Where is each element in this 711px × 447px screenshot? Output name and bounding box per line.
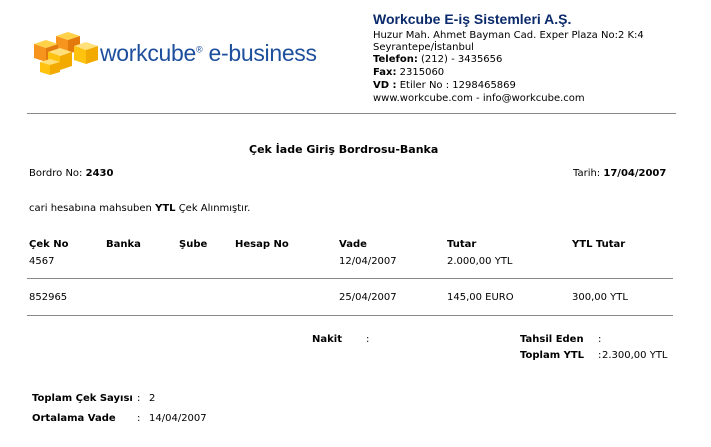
cell-cek-no: 852965: [29, 292, 68, 303]
ortalama-vade-separator: :: [137, 413, 141, 424]
ortalama-vade-value: 14/04/2007: [149, 413, 207, 424]
cell-vade: 25/04/2007: [339, 292, 397, 303]
vd-value: Etiler No : 1298465869: [396, 80, 516, 91]
nakit-separator: :: [366, 334, 370, 345]
toplam-ytl-separator: :: [598, 350, 602, 361]
table-bottom-divider: [27, 315, 673, 316]
col-header-cek-no: Çek No: [29, 239, 69, 250]
vd-label: VD :: [373, 80, 397, 91]
col-header-tutar: Tutar: [447, 239, 477, 250]
col-header-vade: Vade: [339, 239, 367, 250]
cek-sayisi-label: Toplam Çek Sayısı: [32, 393, 133, 404]
note-currency: YTL: [155, 203, 176, 214]
company-vd: VD : Etiler No : 1298465869: [373, 80, 516, 91]
bordro-label: Bordro No:: [29, 168, 83, 179]
cek-sayisi-separator: :: [137, 393, 141, 404]
bordro-value: 2430: [85, 168, 114, 179]
company-web: www.workcube.com - info@workcube.com: [373, 93, 585, 104]
phone-label: Telefon:: [373, 54, 418, 65]
col-header-ytl-tutar: YTL Tutar: [572, 239, 626, 250]
cell-tutar: 2.000,00 YTL: [447, 256, 513, 267]
document-date: Tarih: 17/04/2007: [573, 168, 666, 179]
tahsil-eden-separator: :: [598, 334, 602, 345]
cell-tutar: 145,00 EURO: [447, 292, 514, 303]
toplam-ytl-value: 2.300,00 YTL: [602, 350, 668, 361]
col-header-banka: Banka: [106, 239, 141, 250]
row-divider: [27, 278, 673, 279]
note-prefix: cari hesabına mahsuben: [29, 203, 156, 214]
cube-logo-icon: [34, 32, 98, 75]
header-divider: [27, 113, 676, 114]
date-value: 17/04/2007: [603, 168, 667, 179]
company-phone: Telefon: (212) - 3435656: [373, 54, 502, 65]
cell-vade: 12/04/2007: [339, 256, 397, 267]
company-name: Workcube E-iş Sistemleri A.Ş.: [373, 11, 572, 27]
toplam-ytl-label: Toplam YTL: [520, 350, 585, 361]
fax-label: Fax:: [373, 67, 397, 78]
logo-wordmark: workcube® e-business: [100, 40, 317, 67]
company-address-1: Huzur Mah. Ahmet Bayman Cad. Exper Plaza…: [373, 30, 644, 41]
tahsil-eden-label: Tahsil Eden: [520, 334, 584, 345]
date-label: Tarih:: [573, 168, 601, 179]
logo-suffix: e-business: [202, 40, 317, 66]
col-header-hesap-no: Hesap No: [235, 239, 289, 250]
cell-cek-no: 4567: [29, 256, 55, 267]
company-fax: Fax: 2315060: [373, 67, 444, 78]
fax-value: 2315060: [396, 67, 445, 78]
company-address-2: Seyrantepe/İstanbul: [373, 42, 474, 53]
cek-sayisi-value: 2: [149, 393, 156, 404]
cell-ytl-tutar: 300,00 YTL: [572, 292, 628, 303]
note-suffix: Çek Alınmıştır.: [175, 203, 251, 214]
document-note: cari hesabına mahsuben YTL Çek Alınmıştı…: [29, 203, 250, 214]
bordro-number: Bordro No: 2430: [29, 168, 113, 179]
logo-brand: workcube: [100, 40, 197, 66]
ortalama-vade-label: Ortalama Vade: [32, 413, 116, 424]
col-header-sube: Şube: [179, 239, 208, 250]
phone-value: (212) - 3435656: [417, 54, 503, 65]
document-title: Çek İade Giriş Bordrosu-Banka: [249, 143, 439, 156]
nakit-label: Nakit: [312, 334, 342, 345]
